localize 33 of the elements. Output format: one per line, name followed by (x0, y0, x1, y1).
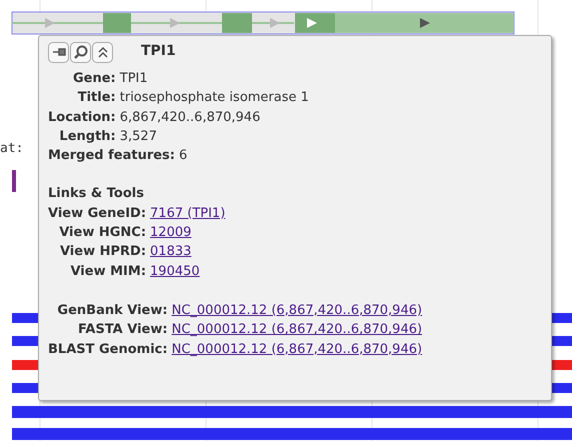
field-value: 6 (179, 147, 188, 166)
field-label: View GeneID: (48, 204, 146, 223)
search-icon (74, 45, 88, 59)
link[interactable]: 7167 (TPI1) (150, 204, 226, 224)
link[interactable]: 12009 (150, 223, 192, 242)
field-label: BLAST Genomic: (48, 340, 168, 359)
field-label: Merged features: (48, 147, 175, 166)
field-label: Gene: (72, 70, 116, 88)
field-label: FASTA View: (77, 321, 168, 340)
field-label: View HPRD: (58, 243, 146, 262)
field-label: View HGNC: (58, 224, 146, 242)
field-value: 3,527 (120, 128, 158, 146)
double-chevron-up-icon (96, 46, 108, 58)
field-value: 6,867,420..6,870,946 (120, 108, 262, 127)
field-label: Length: (58, 128, 116, 146)
popup-title: TPI1 (141, 42, 176, 62)
field-label: GenBank View: (56, 302, 168, 320)
field-label: Location: (48, 108, 116, 127)
link[interactable]: NC_000012.12 (6,867,420..6,870,946) (172, 300, 422, 320)
pin-icon (52, 46, 66, 58)
track-label: at: (0, 141, 24, 156)
pin-button[interactable] (48, 42, 69, 62)
link[interactable]: NC_000012.12 (6,867,420..6,870,946) (172, 340, 422, 359)
field-value: TPI1 (120, 70, 149, 88)
zoom-button[interactable] (70, 42, 91, 62)
link[interactable]: NC_000012.12 (6,867,420..6,870,946) (172, 320, 422, 340)
link[interactable]: 190450 (150, 262, 200, 281)
field-value: triosephosphate isomerase 1 (120, 89, 309, 108)
collapse-button[interactable] (92, 42, 113, 62)
field-label: View MIM: (69, 262, 146, 281)
section-heading: Links & Tools (48, 185, 145, 204)
link[interactable]: 01833 (150, 242, 192, 262)
field-label: Title: (76, 89, 116, 108)
